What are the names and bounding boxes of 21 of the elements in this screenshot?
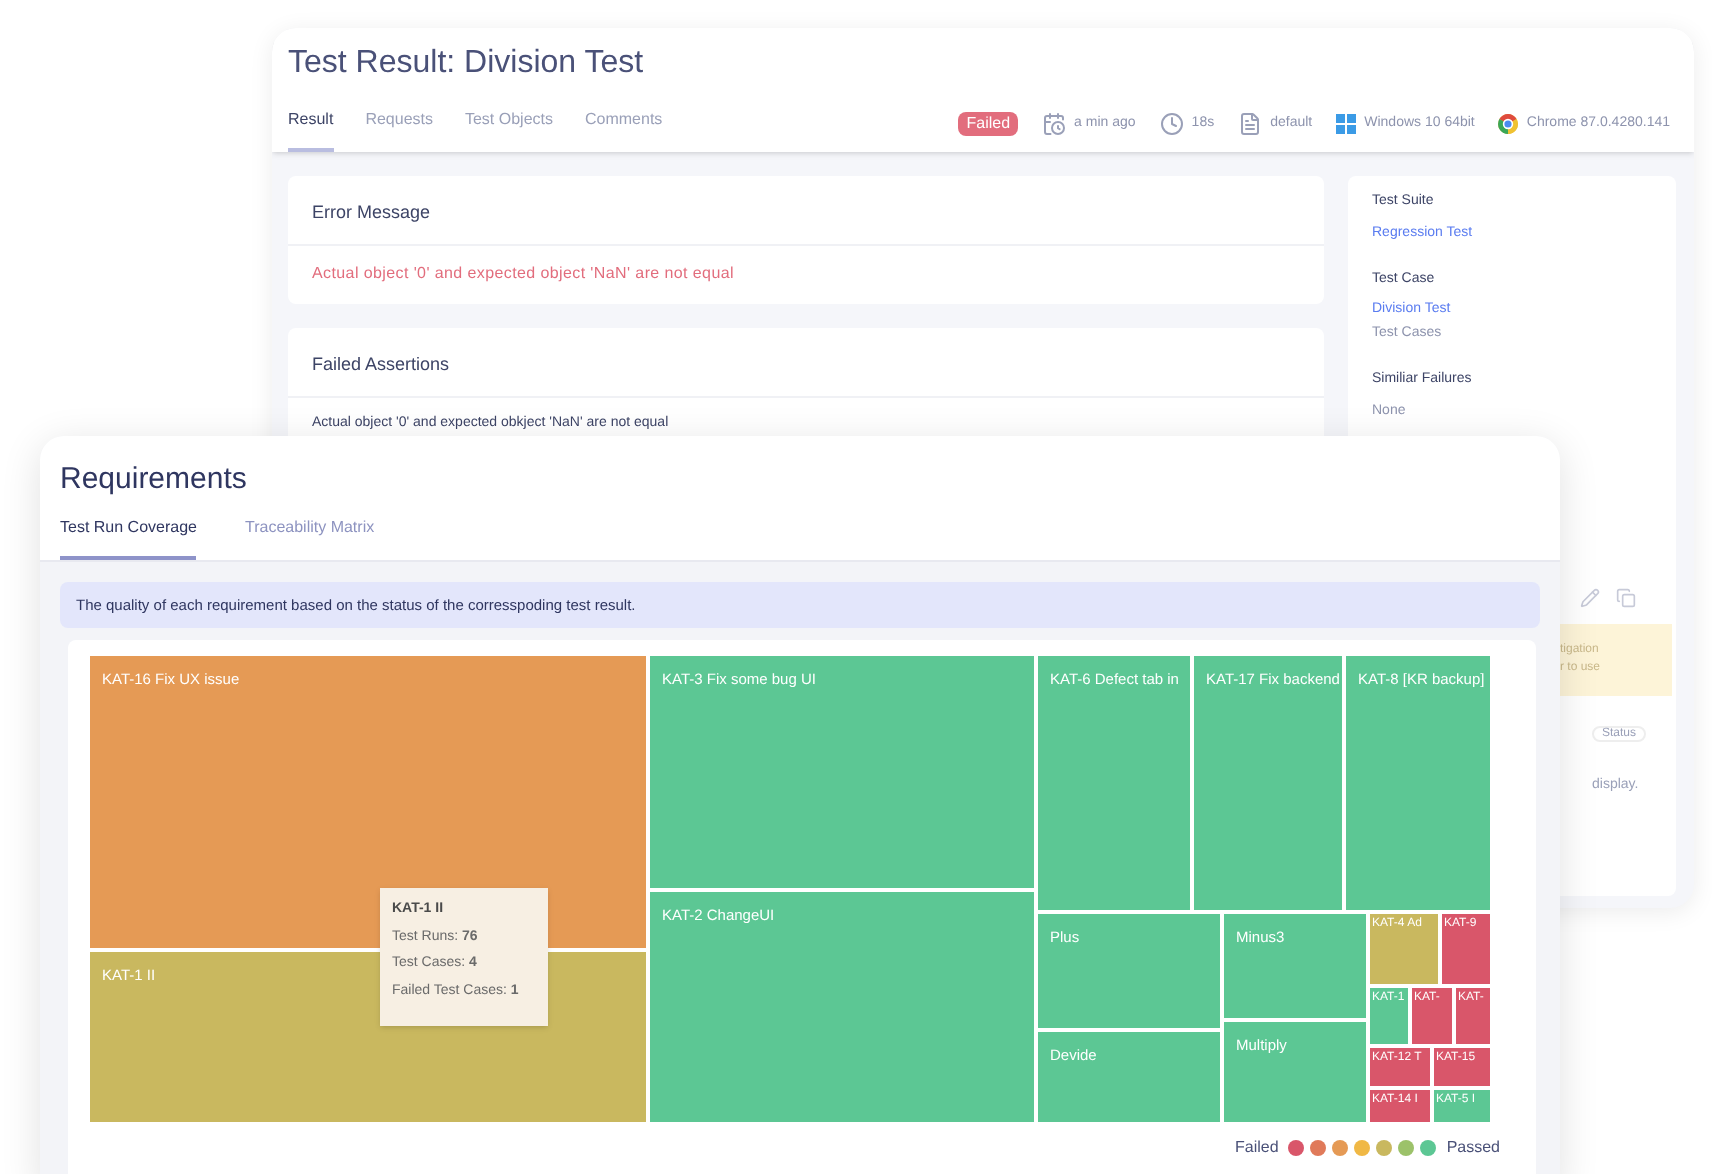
browser-logo-icon	[1498, 114, 1519, 134]
clock-icon	[1159, 112, 1184, 136]
window-title: Test Result: Division Test	[288, 44, 646, 84]
window-title: Requirements	[60, 460, 249, 500]
legend-label: Passed	[1446, 1136, 1500, 1161]
card-title: Failed Assertions	[288, 328, 1324, 397]
card-title: Error Message	[288, 176, 1324, 245]
pencil-icon[interactable]	[1580, 587, 1600, 607]
calendar-clock-icon	[1042, 112, 1067, 136]
windows-logo-icon	[1336, 114, 1357, 134]
status-badge: Failed	[958, 112, 1019, 136]
tab[interactable]: Test Run Coverage	[60, 516, 197, 560]
tab[interactable]: Result	[288, 108, 334, 152]
document-icon	[1238, 112, 1263, 136]
tab[interactable]: Requests	[365, 108, 433, 152]
tab[interactable]: Traceability Matrix	[244, 516, 375, 560]
copy-icon[interactable]	[1616, 587, 1636, 607]
legend-label: Failed	[1235, 1136, 1279, 1161]
tab[interactable]: Comments	[585, 108, 663, 152]
error-text: Actual object '0' and expected object 'NaN' are not equal	[310, 261, 736, 285]
tab[interactable]: Test Objects	[464, 108, 553, 152]
